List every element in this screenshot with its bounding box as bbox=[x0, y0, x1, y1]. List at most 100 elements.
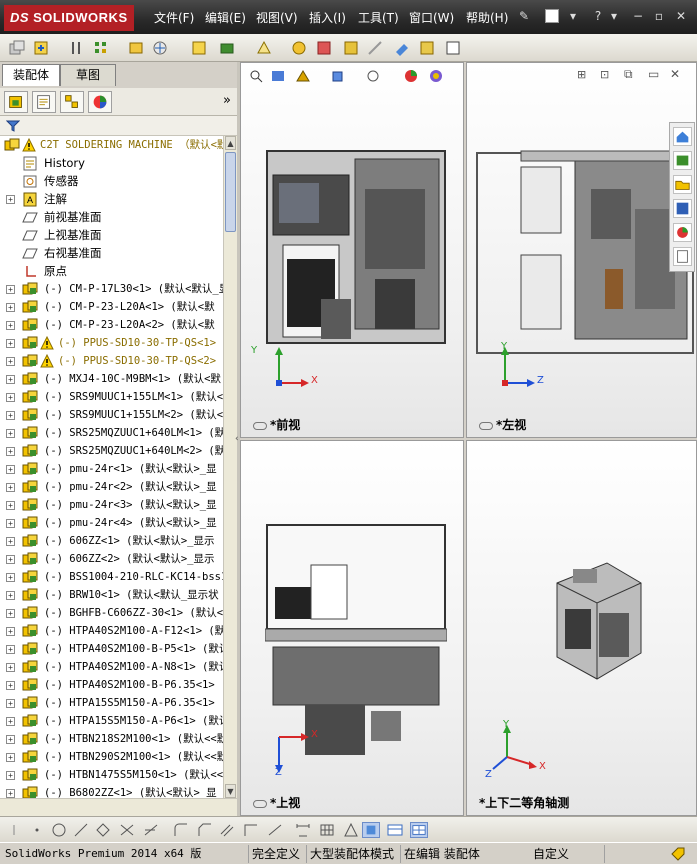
move-component-icon[interactable] bbox=[151, 39, 169, 57]
expand-icon[interactable]: + bbox=[6, 771, 15, 780]
tree-item[interactable]: 原点 bbox=[0, 262, 223, 280]
menu-insert[interactable]: 插入(I) bbox=[309, 9, 346, 26]
collapse-arrow-icon[interactable]: ‹ bbox=[235, 434, 239, 444]
fillet-icon[interactable] bbox=[172, 822, 190, 838]
chamfer-icon[interactable] bbox=[196, 822, 214, 838]
tree-item[interactable]: + (-) BGHFB-C606ZZ-30<1> (默认< bbox=[0, 604, 223, 622]
viewport-left[interactable]: Y Z *左视 bbox=[466, 62, 697, 438]
expand-icon[interactable]: + bbox=[6, 519, 15, 528]
tree-item[interactable]: + (-) SRS9MUUC1+155LM<1> (默认< bbox=[0, 388, 223, 406]
expand-icon[interactable]: + bbox=[6, 357, 15, 366]
trim-icon[interactable] bbox=[118, 822, 136, 838]
expand-icon[interactable]: + bbox=[6, 663, 15, 672]
extend-icon[interactable] bbox=[142, 822, 160, 838]
tree-item[interactable]: 右视基准面 bbox=[0, 244, 223, 262]
tree-item[interactable]: + (-) BRW10<1> (默认<默认_显示状 bbox=[0, 586, 223, 604]
show-hidden-icon[interactable] bbox=[190, 39, 208, 57]
help-icon[interactable]: ? bbox=[590, 9, 606, 23]
previous-view-icon[interactable] bbox=[270, 68, 286, 84]
explode-line-sketch-icon[interactable] bbox=[366, 39, 384, 57]
rebuild-tag-icon[interactable] bbox=[670, 846, 686, 862]
clearance-verification-icon[interactable] bbox=[418, 39, 436, 57]
expand-icon[interactable]: + bbox=[6, 573, 15, 582]
relations-icon[interactable] bbox=[342, 822, 360, 838]
expand-icon[interactable]: + bbox=[6, 195, 15, 204]
configuration-manager-tab-icon[interactable] bbox=[60, 91, 84, 113]
viewport-close-icon[interactable]: ✕ bbox=[670, 67, 680, 81]
mate-icon[interactable] bbox=[68, 39, 86, 57]
tree-item[interactable]: + A 注解 bbox=[0, 190, 223, 208]
polygon-icon[interactable] bbox=[94, 822, 112, 838]
graphics-area[interactable]: ⊞ ⊡ ⧉ ▭ ✕ Y X *前视 Y Z *左视 X Z *上视 Y X Z … bbox=[240, 62, 697, 816]
tree-item[interactable]: + (-) HTBN1475S5M150<1> (默认<<默 bbox=[0, 766, 223, 784]
expand-icon[interactable]: + bbox=[6, 321, 15, 330]
file-explorer-icon[interactable] bbox=[673, 175, 692, 194]
viewport-restore-icon[interactable]: ▭ bbox=[648, 67, 659, 81]
tree-item[interactable]: + (-) SRS25MQZUUC1+640LM<2> (默 bbox=[0, 442, 223, 460]
exploded-view-icon[interactable] bbox=[342, 39, 360, 57]
filter-icon[interactable] bbox=[6, 119, 20, 133]
tree-item[interactable]: + (-) BSS1004-210-RLC-KC14-bss1 bbox=[0, 568, 223, 586]
assembly-features-icon[interactable] bbox=[218, 39, 236, 57]
scroll-down-icon[interactable]: ▼ bbox=[225, 784, 236, 798]
viewport-iso[interactable]: Y X Z *上下二等角轴测 bbox=[466, 440, 697, 816]
expand-icon[interactable]: + bbox=[6, 681, 15, 690]
zoom-to-fit-icon[interactable] bbox=[248, 68, 264, 84]
section-view-icon[interactable] bbox=[295, 68, 311, 84]
tree-item[interactable]: + (-) HTPA15S5M150-A-P6.35<1> ( bbox=[0, 694, 223, 712]
expand-icon[interactable]: + bbox=[6, 393, 15, 402]
solidworks-logo[interactable]: DS SOLIDWORKS bbox=[4, 5, 134, 31]
expand-icon[interactable]: + bbox=[6, 447, 15, 456]
dropdown-icon[interactable]: ▾ bbox=[565, 9, 581, 23]
appearances-icon[interactable] bbox=[673, 223, 692, 242]
appearance-icon[interactable] bbox=[403, 68, 419, 84]
status-large-assembly-mode[interactable]: 大型装配体模式 bbox=[306, 845, 397, 863]
design-library-icon[interactable] bbox=[673, 151, 692, 170]
view-palette-icon[interactable] bbox=[673, 199, 692, 218]
scrollbar-thumb[interactable] bbox=[225, 152, 236, 232]
tree-item[interactable]: + (-) 606ZZ<2> (默认<默认>_显示 bbox=[0, 550, 223, 568]
expand-icon[interactable]: + bbox=[6, 645, 15, 654]
bill-of-materials-icon[interactable] bbox=[315, 39, 333, 57]
viewport-top[interactable]: X Z *上视 bbox=[240, 440, 464, 816]
custom-properties-icon[interactable] bbox=[673, 247, 692, 266]
menu-help[interactable]: 帮助(H) bbox=[466, 9, 508, 26]
scroll-up-icon[interactable]: ▲ bbox=[225, 136, 236, 150]
quick-snaps-icon[interactable] bbox=[386, 822, 404, 838]
dropdown-icon[interactable]: ▾ bbox=[606, 9, 622, 23]
tree-item[interactable]: + (-) CM-P-17L30<1> (默认<默认_显 bbox=[0, 280, 223, 298]
tree-item[interactable]: + (-) HTPA40S2M100-B-P5<1> (默认 bbox=[0, 640, 223, 658]
menu-tools[interactable]: 工具(T) bbox=[358, 9, 399, 26]
viewport-layout-split-icon[interactable]: ⊡ bbox=[600, 68, 609, 81]
insert-component-icon[interactable] bbox=[32, 39, 50, 57]
expand-icon[interactable]: + bbox=[6, 753, 15, 762]
tree-filter-bar[interactable] bbox=[0, 116, 237, 136]
tree-item[interactable]: 传感器 bbox=[0, 172, 223, 190]
expand-icon[interactable]: + bbox=[6, 537, 15, 546]
tree-item[interactable]: + (-) HTPA40S2M100-A-F12<1> (默 bbox=[0, 622, 223, 640]
minimize-icon[interactable]: − bbox=[630, 9, 646, 23]
tree-item[interactable]: + (-) CM-P-23-L20A<1> (默认<默 bbox=[0, 298, 223, 316]
interference-detection-icon[interactable] bbox=[393, 39, 411, 57]
new-document-icon[interactable] bbox=[545, 9, 559, 23]
expand-icon[interactable]: + bbox=[6, 411, 15, 420]
display-style-icon[interactable] bbox=[365, 68, 381, 84]
expand-icon[interactable]: + bbox=[6, 465, 15, 474]
display-manager-tab-icon[interactable] bbox=[88, 91, 112, 113]
tree-item[interactable]: + (-) HTPA40S2M100-A-N8<1> (默认 bbox=[0, 658, 223, 676]
feature-manager-tab-icon[interactable] bbox=[4, 91, 28, 113]
tree-item[interactable]: + (-) HTPA15S5M150-A-P6<1> (默认 bbox=[0, 712, 223, 730]
assembly-icon[interactable] bbox=[8, 39, 26, 57]
tree-item[interactable]: + (-) HTBN290S2M100<1> (默认<<默 bbox=[0, 748, 223, 766]
expand-icon[interactable]: + bbox=[6, 609, 15, 618]
pattern-icon[interactable] bbox=[92, 39, 110, 57]
tree-item[interactable]: + (-) HTBN218S2M100<1> (默认<<默 bbox=[0, 730, 223, 748]
expand-icon[interactable]: + bbox=[6, 717, 15, 726]
tree-vertical-scrollbar[interactable]: ▲ ▼ bbox=[223, 136, 237, 798]
tab-sketch[interactable]: 草图 bbox=[60, 64, 116, 86]
tree-horizontal-scrollbar[interactable] bbox=[0, 798, 237, 816]
close-icon[interactable]: ✕ bbox=[673, 9, 689, 23]
tree-item[interactable]: + (-) B6802ZZ<1> (默认<默认>_显 bbox=[0, 784, 223, 798]
tree-item[interactable]: + (-) pmu-24r<3> (默认<默认>_显 bbox=[0, 496, 223, 514]
view-orientation-icon[interactable] bbox=[330, 68, 346, 84]
